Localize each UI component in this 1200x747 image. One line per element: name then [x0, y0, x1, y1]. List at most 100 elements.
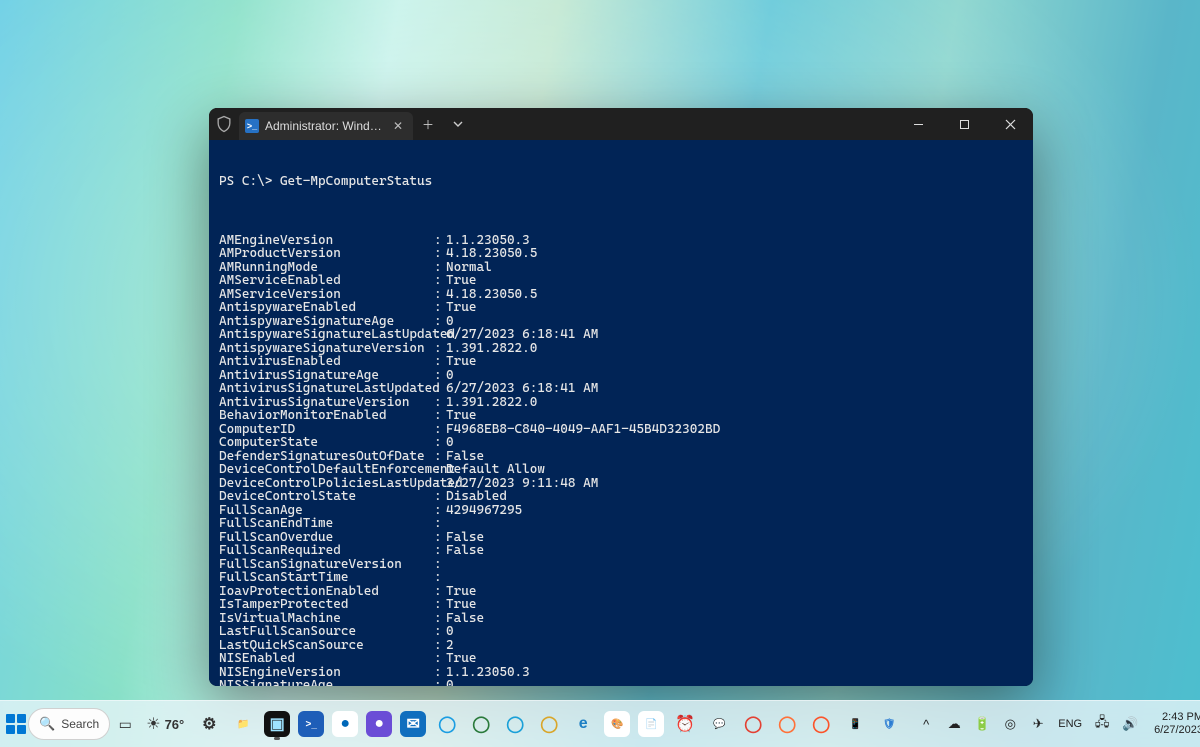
taskbar-settings[interactable]: ⚙ — [192, 705, 226, 743]
output-row: NISSignatureAge: 0 — [219, 679, 1023, 686]
output-separator: : — [434, 301, 446, 315]
taskbar: 🔍 Search ▭ ☀ 76° ⚙📁▣>_●●✉◯◯◯◯e🎨📄⏰💬◯◯◯📱🛡 … — [0, 700, 1200, 747]
titlebar-drag-area[interactable] — [473, 108, 895, 140]
brave-icon: ◯ — [808, 711, 834, 737]
taskbar-file-explorer[interactable]: 📁 — [226, 705, 260, 743]
taskbar-weather[interactable]: ☀ 76° — [140, 707, 190, 741]
taskbar-edge-dev[interactable]: ◯ — [464, 705, 498, 743]
shield-icon — [209, 108, 239, 140]
terminal-tab[interactable]: >_ Administrator: Windows Powe ✕ — [239, 112, 413, 140]
output-key: FullScanStartTime — [219, 571, 434, 585]
output-separator: : — [434, 558, 446, 572]
output-key: AntispywareSignatureLastUpdated — [219, 328, 434, 342]
output-separator: : — [434, 342, 446, 356]
taskbar-paint[interactable]: 🎨 — [600, 705, 634, 743]
tray-overflow-button[interactable]: ^ — [916, 717, 936, 732]
app-preview-icon: ● — [366, 711, 392, 737]
output-key: DeviceControlState — [219, 490, 434, 504]
minimize-button[interactable] — [895, 108, 941, 140]
edge-legacy-icon: e — [570, 711, 596, 737]
taskbar-terminal[interactable]: ▣ — [260, 705, 294, 743]
search-box[interactable]: 🔍 Search — [28, 708, 110, 740]
output-row: FullScanEndTime: — [219, 517, 1023, 531]
taskbar-ms-store[interactable]: ● — [328, 705, 362, 743]
powershell-icon: >_ — [245, 119, 259, 133]
start-button[interactable] — [6, 705, 26, 743]
output-separator: : — [434, 436, 446, 450]
output-key: DefenderSignaturesOutOfDate — [219, 450, 434, 464]
taskbar-edge[interactable]: ◯ — [430, 705, 464, 743]
power-icon[interactable]: 🔋 — [972, 716, 992, 732]
output-row: FullScanAge: 4294967295 — [219, 504, 1023, 518]
task-view-icon: ▭ — [112, 711, 138, 737]
telegram-icon[interactable]: ✈ — [1028, 716, 1048, 732]
tab-dropdown-button[interactable] — [443, 108, 473, 140]
output-key: AMRunningMode — [219, 261, 434, 275]
clock-time: 2:43 PM — [1154, 711, 1200, 724]
sound-icon[interactable]: 🔊 — [1120, 716, 1140, 732]
close-button[interactable] — [987, 108, 1033, 140]
output-value: False — [446, 543, 484, 558]
output-separator: : — [434, 288, 446, 302]
output-key: DeviceControlDefaultEnforcement — [219, 463, 434, 477]
taskbar-defender[interactable]: 🛡 — [872, 705, 906, 743]
taskbar-powershell[interactable]: >_ — [294, 705, 328, 743]
file-explorer-icon: 📁 — [230, 711, 256, 737]
output-separator: : — [434, 234, 446, 248]
taskbar-notepad[interactable]: 📄 — [634, 705, 668, 743]
taskbar-clock[interactable]: ⏰ — [668, 705, 702, 743]
taskbar-edge-beta[interactable]: ◯ — [498, 705, 532, 743]
output-row: AMEngineVersion: 1.1.23050.3 — [219, 234, 1023, 248]
language-indicator[interactable]: ENG — [1056, 718, 1084, 730]
new-tab-button[interactable]: ＋ — [413, 108, 443, 140]
output-key: AMServiceVersion — [219, 288, 434, 302]
onedrive-icon[interactable]: ☁ — [944, 716, 964, 732]
output-key: AntivirusEnabled — [219, 355, 434, 369]
weather-temperature: 76° — [165, 717, 185, 732]
clock-icon: ⏰ — [672, 711, 698, 737]
output-row: AMServiceVersion: 4.18.23050.5 — [219, 288, 1023, 302]
entered-command: Get-MpComputerStatus — [280, 174, 432, 189]
taskbar-chat[interactable]: 💬 — [702, 705, 736, 743]
output-separator: : — [434, 477, 446, 491]
output-row: FullScanStartTime: — [219, 571, 1023, 585]
tab-close-button[interactable]: ✕ — [391, 119, 405, 133]
output-key: LastQuickScanSource — [219, 639, 434, 653]
output-separator: : — [434, 625, 446, 639]
terminal-window: >_ Administrator: Windows Powe ✕ ＋ PS C:… — [209, 108, 1033, 686]
output-separator: : — [434, 639, 446, 653]
taskbar-outlook[interactable]: ✉ — [396, 705, 430, 743]
taskbar-clock[interactable]: 2:43 PM 6/27/2023 — [1148, 711, 1200, 737]
taskbar-phone-link[interactable]: 📱 — [838, 705, 872, 743]
output-key: ComputerID — [219, 423, 434, 437]
taskbar-edge-canary[interactable]: ◯ — [532, 705, 566, 743]
taskbar-edge-legacy[interactable]: e — [566, 705, 600, 743]
output-row: AntivirusSignatureLastUpdated: 6/27/2023… — [219, 382, 1023, 396]
edge-canary-icon: ◯ — [536, 711, 562, 737]
output-row: FullScanOverdue: False — [219, 531, 1023, 545]
taskbar-app-preview[interactable]: ● — [362, 705, 396, 743]
output-key: BehaviorMonitorEnabled — [219, 409, 434, 423]
output-key: NISSignatureAge — [219, 679, 434, 686]
output-row: IsVirtualMachine: False — [219, 612, 1023, 626]
taskbar-brave[interactable]: ◯ — [804, 705, 838, 743]
output-separator: : — [434, 369, 446, 383]
terminal-icon: ▣ — [264, 711, 290, 737]
window-titlebar[interactable]: >_ Administrator: Windows Powe ✕ ＋ — [209, 108, 1033, 140]
output-separator: : — [434, 409, 446, 423]
taskbar-firefox[interactable]: ◯ — [770, 705, 804, 743]
maximize-button[interactable] — [941, 108, 987, 140]
prompt: PS C:\> — [219, 174, 280, 189]
meet-now-icon[interactable]: ◎ — [1000, 716, 1020, 732]
output-row: FullScanRequired: False — [219, 544, 1023, 558]
taskbar-task-view[interactable]: ▭ — [112, 705, 138, 743]
output-row: DefenderSignaturesOutOfDate: False — [219, 450, 1023, 464]
output-separator: : — [434, 382, 446, 396]
output-row: BehaviorMonitorEnabled: True — [219, 409, 1023, 423]
terminal-output[interactable]: PS C:\> Get-MpComputerStatus AMEngineVer… — [209, 140, 1033, 686]
network-icon[interactable]: 🖧 — [1092, 713, 1112, 735]
output-separator: : — [434, 504, 446, 518]
output-row: LastQuickScanSource: 2 — [219, 639, 1023, 653]
outlook-icon: ✉ — [400, 711, 426, 737]
taskbar-chrome[interactable]: ◯ — [736, 705, 770, 743]
